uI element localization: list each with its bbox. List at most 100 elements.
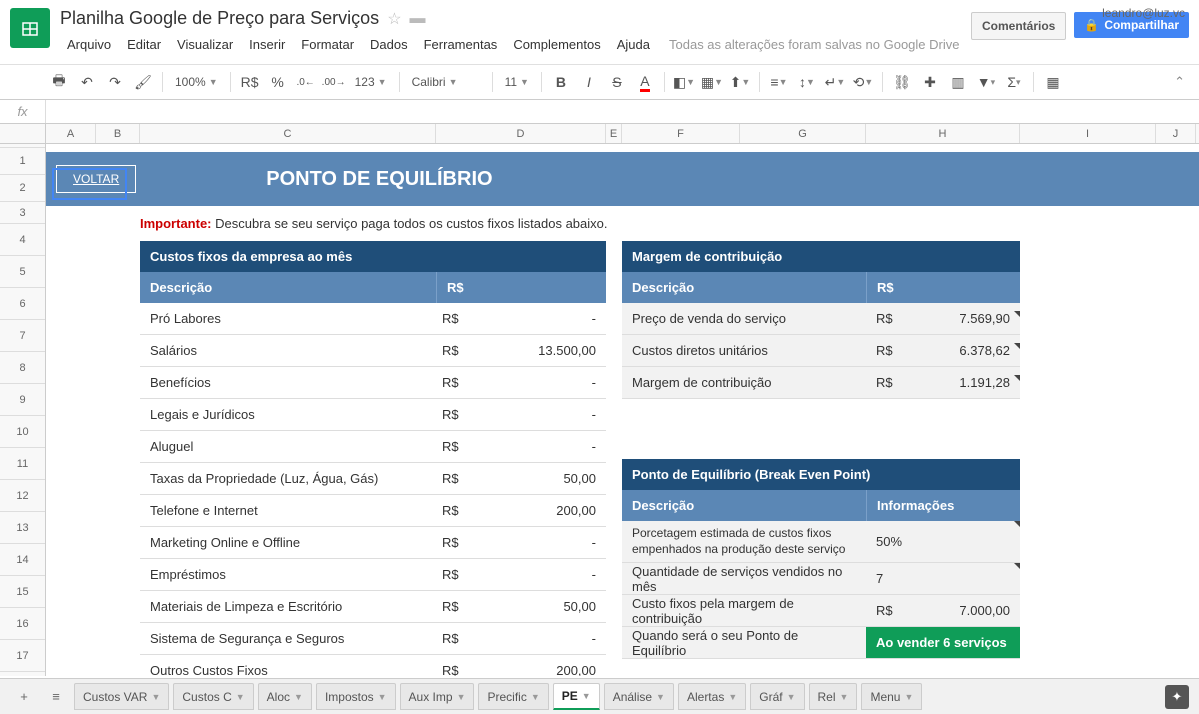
bold-button[interactable]: B bbox=[548, 69, 574, 95]
rotate-button[interactable]: ⟲▼ bbox=[850, 69, 876, 95]
table-row[interactable]: Outros Custos FixosR$200,00 bbox=[140, 655, 606, 676]
row-header[interactable]: 2 bbox=[0, 175, 45, 202]
v-align-button[interactable]: ↕▼ bbox=[794, 69, 820, 95]
italic-button[interactable]: I bbox=[576, 69, 602, 95]
cells[interactable]: VOLTAR PONTO DE EQUILÍBRIO Importante: D… bbox=[46, 144, 1199, 676]
percent-button[interactable]: % bbox=[265, 69, 291, 95]
row-header[interactable]: 9 bbox=[0, 384, 45, 416]
col-header[interactable]: B bbox=[96, 124, 140, 143]
row-header[interactable]: 11 bbox=[0, 448, 45, 480]
number-format-select[interactable]: 123▼ bbox=[349, 75, 393, 89]
table-row[interactable]: SaláriosR$13.500,00 bbox=[140, 335, 606, 367]
sheet-tab[interactable]: Alertas▼ bbox=[678, 683, 746, 710]
link-button[interactable]: ⛓ bbox=[889, 69, 915, 95]
col-header[interactable]: I bbox=[1020, 124, 1156, 143]
sheet-tab[interactable]: Gráf▼ bbox=[750, 683, 804, 710]
borders-button[interactable]: ▦▼ bbox=[699, 69, 725, 95]
paint-format-icon[interactable]: 🖌 bbox=[130, 69, 156, 95]
select-all-corner[interactable] bbox=[0, 124, 46, 143]
all-sheets-button[interactable]: ≡ bbox=[42, 683, 70, 711]
table-row[interactable]: Sistema de Segurança e SegurosR$- bbox=[140, 623, 606, 655]
sheet-tab[interactable]: Custos C▼ bbox=[173, 683, 253, 710]
wrap-button[interactable]: ↵▼ bbox=[822, 69, 848, 95]
add-sheet-button[interactable]: + bbox=[10, 683, 38, 711]
user-email[interactable]: leandro@luz.vc bbox=[1102, 6, 1185, 20]
row-header[interactable]: 16 bbox=[0, 608, 45, 640]
menu-arquivo[interactable]: Arquivo bbox=[60, 33, 118, 56]
row-header[interactable]: 17 bbox=[0, 640, 45, 672]
menu-formatar[interactable]: Formatar bbox=[294, 33, 361, 56]
menu-ajuda[interactable]: Ajuda bbox=[610, 33, 657, 56]
col-header[interactable]: E bbox=[606, 124, 622, 143]
fill-color-button[interactable]: ◧▼ bbox=[671, 69, 697, 95]
sheet-tab[interactable]: Análise▼ bbox=[604, 683, 674, 710]
col-header[interactable]: H bbox=[866, 124, 1020, 143]
table-row[interactable]: Materiais de Limpeza e EscritórioR$50,00 bbox=[140, 591, 606, 623]
menu-ferramentas[interactable]: Ferramentas bbox=[417, 33, 505, 56]
table-row[interactable]: Marketing Online e OfflineR$- bbox=[140, 527, 606, 559]
filter-button[interactable]: ▼▾ bbox=[973, 69, 999, 95]
table-row[interactable]: Telefone e InternetR$200,00 bbox=[140, 495, 606, 527]
sheet-tab[interactable]: Custos VAR▼ bbox=[74, 683, 169, 710]
text-color-button[interactable]: A bbox=[632, 69, 658, 95]
strikethrough-button[interactable]: S bbox=[604, 69, 630, 95]
table-row[interactable]: Custo fixos pela margem de contribuiçãoR… bbox=[622, 595, 1020, 627]
table-row[interactable]: AluguelR$- bbox=[140, 431, 606, 463]
table-row[interactable]: Porcetagem estimada de custos fixos empe… bbox=[622, 521, 1020, 563]
chart-button[interactable]: ▥ bbox=[945, 69, 971, 95]
row-header[interactable]: 12 bbox=[0, 480, 45, 512]
col-header[interactable]: D bbox=[436, 124, 606, 143]
sheet-tab[interactable]: Rel▼ bbox=[809, 683, 858, 710]
row-header[interactable]: 14 bbox=[0, 544, 45, 576]
col-header[interactable]: A bbox=[46, 124, 96, 143]
menu-complementos[interactable]: Complementos bbox=[506, 33, 607, 56]
formula-input[interactable] bbox=[46, 104, 1199, 119]
star-icon[interactable]: ☆ bbox=[387, 9, 401, 29]
grid[interactable]: ABCDEFGHIJ 12345678910111213141516171819… bbox=[0, 124, 1199, 676]
doc-title[interactable]: Planilha Google de Preço para Serviços bbox=[60, 8, 379, 29]
increase-decimal-button[interactable]: .00→ bbox=[321, 69, 347, 95]
table-row[interactable]: Legais e JurídicosR$- bbox=[140, 399, 606, 431]
folder-icon[interactable]: ▬ bbox=[410, 10, 426, 28]
menu-inserir[interactable]: Inserir bbox=[242, 33, 292, 56]
undo-icon[interactable]: ↶ bbox=[74, 69, 100, 95]
fx-icon[interactable]: fx bbox=[0, 100, 46, 123]
functions-button[interactable]: Σ▾ bbox=[1001, 69, 1027, 95]
row-header[interactable]: 13 bbox=[0, 512, 45, 544]
row-header[interactable]: 10 bbox=[0, 416, 45, 448]
row-header[interactable]: 3 bbox=[0, 202, 45, 224]
row-header[interactable]: 6 bbox=[0, 288, 45, 320]
zoom-select[interactable]: 100%▼ bbox=[169, 75, 224, 89]
collapse-toolbar-icon[interactable]: ⌃ bbox=[1174, 74, 1185, 90]
row-header[interactable]: 1 bbox=[0, 148, 45, 175]
font-size-select[interactable]: 11▼ bbox=[499, 75, 535, 89]
font-select[interactable]: Calibri▼ bbox=[406, 75, 486, 89]
voltar-button[interactable]: VOLTAR bbox=[56, 165, 136, 193]
row-header[interactable]: 4 bbox=[0, 224, 45, 256]
decrease-decimal-button[interactable]: .0← bbox=[293, 69, 319, 95]
col-header[interactable]: C bbox=[140, 124, 436, 143]
print-icon[interactable]: 🖶 bbox=[46, 69, 72, 95]
h-align-button[interactable]: ≡▼ bbox=[766, 69, 792, 95]
col-header[interactable]: J bbox=[1156, 124, 1196, 143]
table-row[interactable]: Taxas da Propriedade (Luz, Água, Gás)R$5… bbox=[140, 463, 606, 495]
table-row[interactable]: Margem de contribuiçãoR$1.191,28 bbox=[622, 367, 1020, 399]
sheet-tab[interactable]: Aux Imp▼ bbox=[400, 683, 475, 710]
sheet-tab[interactable]: Impostos▼ bbox=[316, 683, 396, 710]
sheet-tab[interactable]: Menu▼ bbox=[861, 683, 922, 710]
sheet-tab[interactable]: Aloc▼ bbox=[258, 683, 312, 710]
merge-button[interactable]: ⬆▼ bbox=[727, 69, 753, 95]
row-header[interactable]: 5 bbox=[0, 256, 45, 288]
row-header[interactable]: 18 bbox=[0, 672, 45, 676]
table-row[interactable]: BenefíciosR$- bbox=[140, 367, 606, 399]
col-header[interactable]: F bbox=[622, 124, 740, 143]
menu-dados[interactable]: Dados bbox=[363, 33, 415, 56]
col-header[interactable]: G bbox=[740, 124, 866, 143]
row-header[interactable]: 15 bbox=[0, 576, 45, 608]
table-row[interactable]: Pró LaboresR$- bbox=[140, 303, 606, 335]
table-row[interactable]: Quando será o seu Ponto de EquilíbrioAo … bbox=[622, 627, 1020, 659]
table-row[interactable]: Custos diretos unitáriosR$6.378,62 bbox=[622, 335, 1020, 367]
comments-button[interactable]: Comentários bbox=[971, 12, 1066, 40]
comment-button[interactable]: ✚ bbox=[917, 69, 943, 95]
sheet-tab[interactable]: Precific▼ bbox=[478, 683, 548, 710]
